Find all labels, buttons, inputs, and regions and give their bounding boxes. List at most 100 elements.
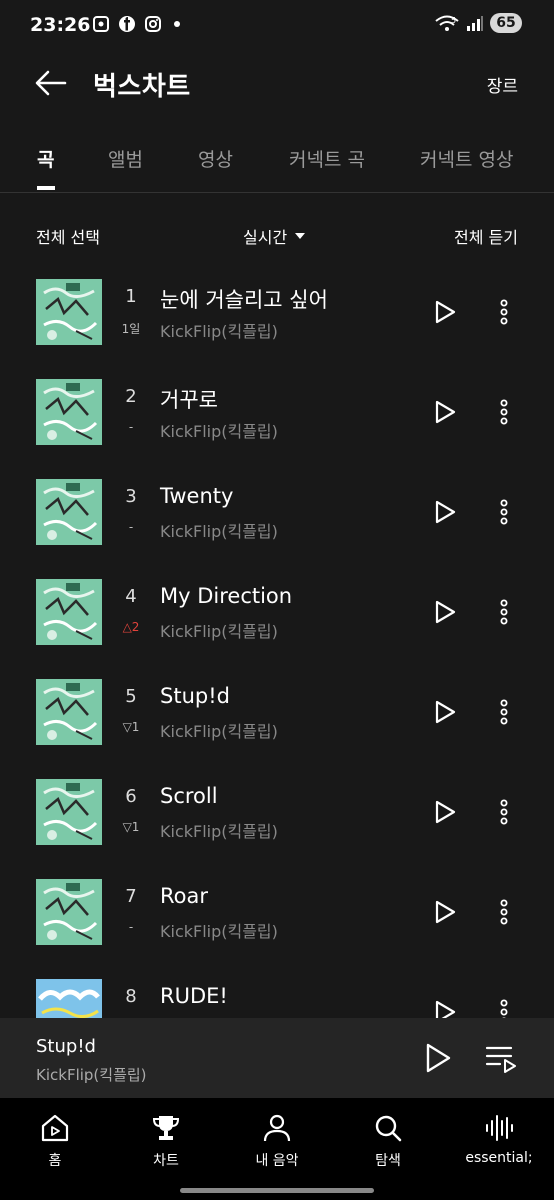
more-options-icon[interactable] bbox=[490, 696, 518, 728]
mini-player[interactable]: Stup!d KickFlip(킥플립) bbox=[0, 1018, 554, 1098]
more-options-icon[interactable] bbox=[490, 396, 518, 428]
nav-essential[interactable]: essential; bbox=[444, 1112, 554, 1172]
song-artist: KickFlip(킥플립) bbox=[160, 822, 278, 841]
tab-connect-videos[interactable]: 커넥트 영상 bbox=[420, 145, 513, 172]
rank-number: 1 bbox=[125, 286, 137, 307]
tab-albums[interactable]: 앨범 bbox=[108, 145, 143, 172]
song-title: Scroll bbox=[160, 784, 218, 808]
rank-number: 4 bbox=[125, 586, 137, 607]
search-icon bbox=[375, 1115, 402, 1142]
tab-bar: 곡 앨범 영상 커넥트 곡 커넥트 영상 bbox=[0, 135, 554, 193]
nav-explore[interactable]: 탐색 bbox=[333, 1112, 443, 1172]
header: 벅스차트 장르 bbox=[0, 52, 554, 116]
song-row[interactable]: 6 ▽1 Scroll KickFlip(킥플립) bbox=[0, 762, 554, 862]
list-toolbar: 전체 선택 실시간 전체 듣기 bbox=[0, 212, 554, 256]
album-art-my-first-flip bbox=[36, 779, 102, 845]
home-icon bbox=[41, 1114, 69, 1142]
tab-connect-songs[interactable]: 커넥트 곡 bbox=[289, 145, 365, 172]
rank-number: 6 bbox=[125, 786, 137, 807]
battery-indicator: 65 bbox=[490, 13, 522, 33]
select-all-button[interactable]: 전체 선택 bbox=[36, 224, 100, 248]
rank-change: △2 bbox=[122, 620, 140, 634]
album-art-my-first-flip bbox=[36, 579, 102, 645]
song-list: 1 1일 눈에 거슬리고 싶어 KickFlip(킥플립) 2 - 거꾸로 Ki… bbox=[0, 262, 554, 1018]
play-icon[interactable] bbox=[428, 596, 460, 628]
more-options-icon[interactable] bbox=[490, 596, 518, 628]
play-icon[interactable] bbox=[428, 496, 460, 528]
rank-change: - bbox=[128, 520, 134, 534]
play-icon[interactable] bbox=[428, 296, 460, 328]
rank-number: 5 bbox=[125, 686, 137, 707]
more-notifications-dot bbox=[174, 21, 180, 27]
song-row[interactable]: 1 1일 눈에 거슬리고 싶어 KickFlip(킥플립) bbox=[0, 262, 554, 362]
song-title: RUDE! bbox=[160, 984, 228, 1008]
more-options-icon[interactable] bbox=[490, 496, 518, 528]
song-row[interactable]: 5 ▽1 Stup!d KickFlip(킥플립) bbox=[0, 662, 554, 762]
song-title: 거꾸로 bbox=[160, 388, 218, 412]
play-all-button[interactable]: 전체 듣기 bbox=[454, 224, 518, 248]
tab-videos[interactable]: 영상 bbox=[198, 145, 233, 172]
more-options-icon[interactable] bbox=[490, 896, 518, 928]
signal-label: 5 bbox=[451, 16, 456, 25]
play-icon[interactable] bbox=[428, 996, 460, 1018]
playlist-queue-icon[interactable] bbox=[484, 1042, 518, 1074]
more-options-icon[interactable] bbox=[490, 796, 518, 828]
song-row[interactable]: 4 △2 My Direction KickFlip(킥플립) bbox=[0, 562, 554, 662]
song-row[interactable]: 3 - Twenty KickFlip(킥플립) bbox=[0, 462, 554, 562]
song-artist: KickFlip(킥플립) bbox=[160, 722, 278, 741]
album-cover bbox=[36, 479, 102, 545]
song-row[interactable]: 2 - 거꾸로 KickFlip(킥플립) bbox=[0, 362, 554, 462]
play-icon[interactable] bbox=[428, 396, 460, 428]
song-artist: KickFlip(킥플립) bbox=[160, 422, 278, 441]
notification-icons bbox=[92, 15, 180, 33]
waveform-icon bbox=[486, 1115, 513, 1141]
now-playing-artist: KickFlip(킥플립) bbox=[36, 1066, 147, 1084]
album-cover bbox=[36, 379, 102, 445]
album-cover bbox=[36, 779, 102, 845]
album-cover bbox=[36, 879, 102, 945]
song-row[interactable]: 7 - Roar KickFlip(킥플립) bbox=[0, 862, 554, 962]
status-time: 23:26 bbox=[30, 14, 91, 36]
status-bar: 23:26 5 65 bbox=[0, 0, 554, 52]
nav-my-music[interactable]: 내 음악 bbox=[222, 1112, 332, 1172]
home-indicator[interactable] bbox=[180, 1188, 374, 1193]
song-title: Twenty bbox=[160, 484, 234, 508]
now-playing-title: Stup!d bbox=[36, 1036, 96, 1057]
song-row[interactable]: 8 RUDE! bbox=[0, 962, 554, 1018]
nav-label: 내 음악 bbox=[255, 1153, 299, 1169]
wifi-icon: 5 bbox=[435, 15, 459, 31]
arrow-left-icon bbox=[35, 70, 67, 96]
rank-number: 8 bbox=[125, 986, 137, 1007]
filter-label: 실시간 bbox=[243, 228, 288, 247]
play-icon[interactable] bbox=[428, 796, 460, 828]
song-artist: KickFlip(킥플립) bbox=[160, 922, 278, 941]
play-icon[interactable] bbox=[428, 896, 460, 928]
rank-change: ▽1 bbox=[122, 720, 140, 734]
back-button[interactable] bbox=[34, 66, 68, 100]
rank-number: 2 bbox=[125, 386, 137, 407]
person-icon bbox=[263, 1114, 291, 1142]
screenshot-icon bbox=[93, 16, 109, 32]
genre-button[interactable]: 장르 bbox=[487, 72, 518, 97]
system-icons: 5 65 bbox=[434, 13, 522, 33]
tab-songs[interactable]: 곡 bbox=[37, 145, 54, 172]
instagram-icon bbox=[145, 16, 161, 32]
page-title: 벅스차트 bbox=[93, 72, 191, 102]
play-icon[interactable] bbox=[420, 1040, 454, 1076]
rank-change: - bbox=[128, 420, 134, 434]
more-options-icon[interactable] bbox=[490, 996, 518, 1018]
nav-label: essential; bbox=[465, 1150, 533, 1166]
play-icon[interactable] bbox=[428, 696, 460, 728]
facebook-icon bbox=[119, 16, 135, 32]
nav-home[interactable]: 홈 bbox=[0, 1112, 110, 1172]
nav-label: 차트 bbox=[153, 1153, 179, 1169]
album-art-my-first-flip bbox=[36, 679, 102, 745]
caret-down-icon bbox=[295, 233, 306, 239]
album-art-my-first-flip bbox=[36, 479, 102, 545]
more-options-icon[interactable] bbox=[490, 296, 518, 328]
song-title: Stup!d bbox=[160, 684, 230, 708]
nav-chart[interactable]: 차트 bbox=[111, 1112, 221, 1172]
song-title: My Direction bbox=[160, 584, 293, 608]
active-tab-indicator bbox=[37, 186, 55, 190]
realtime-filter-dropdown[interactable]: 실시간 bbox=[243, 224, 306, 248]
